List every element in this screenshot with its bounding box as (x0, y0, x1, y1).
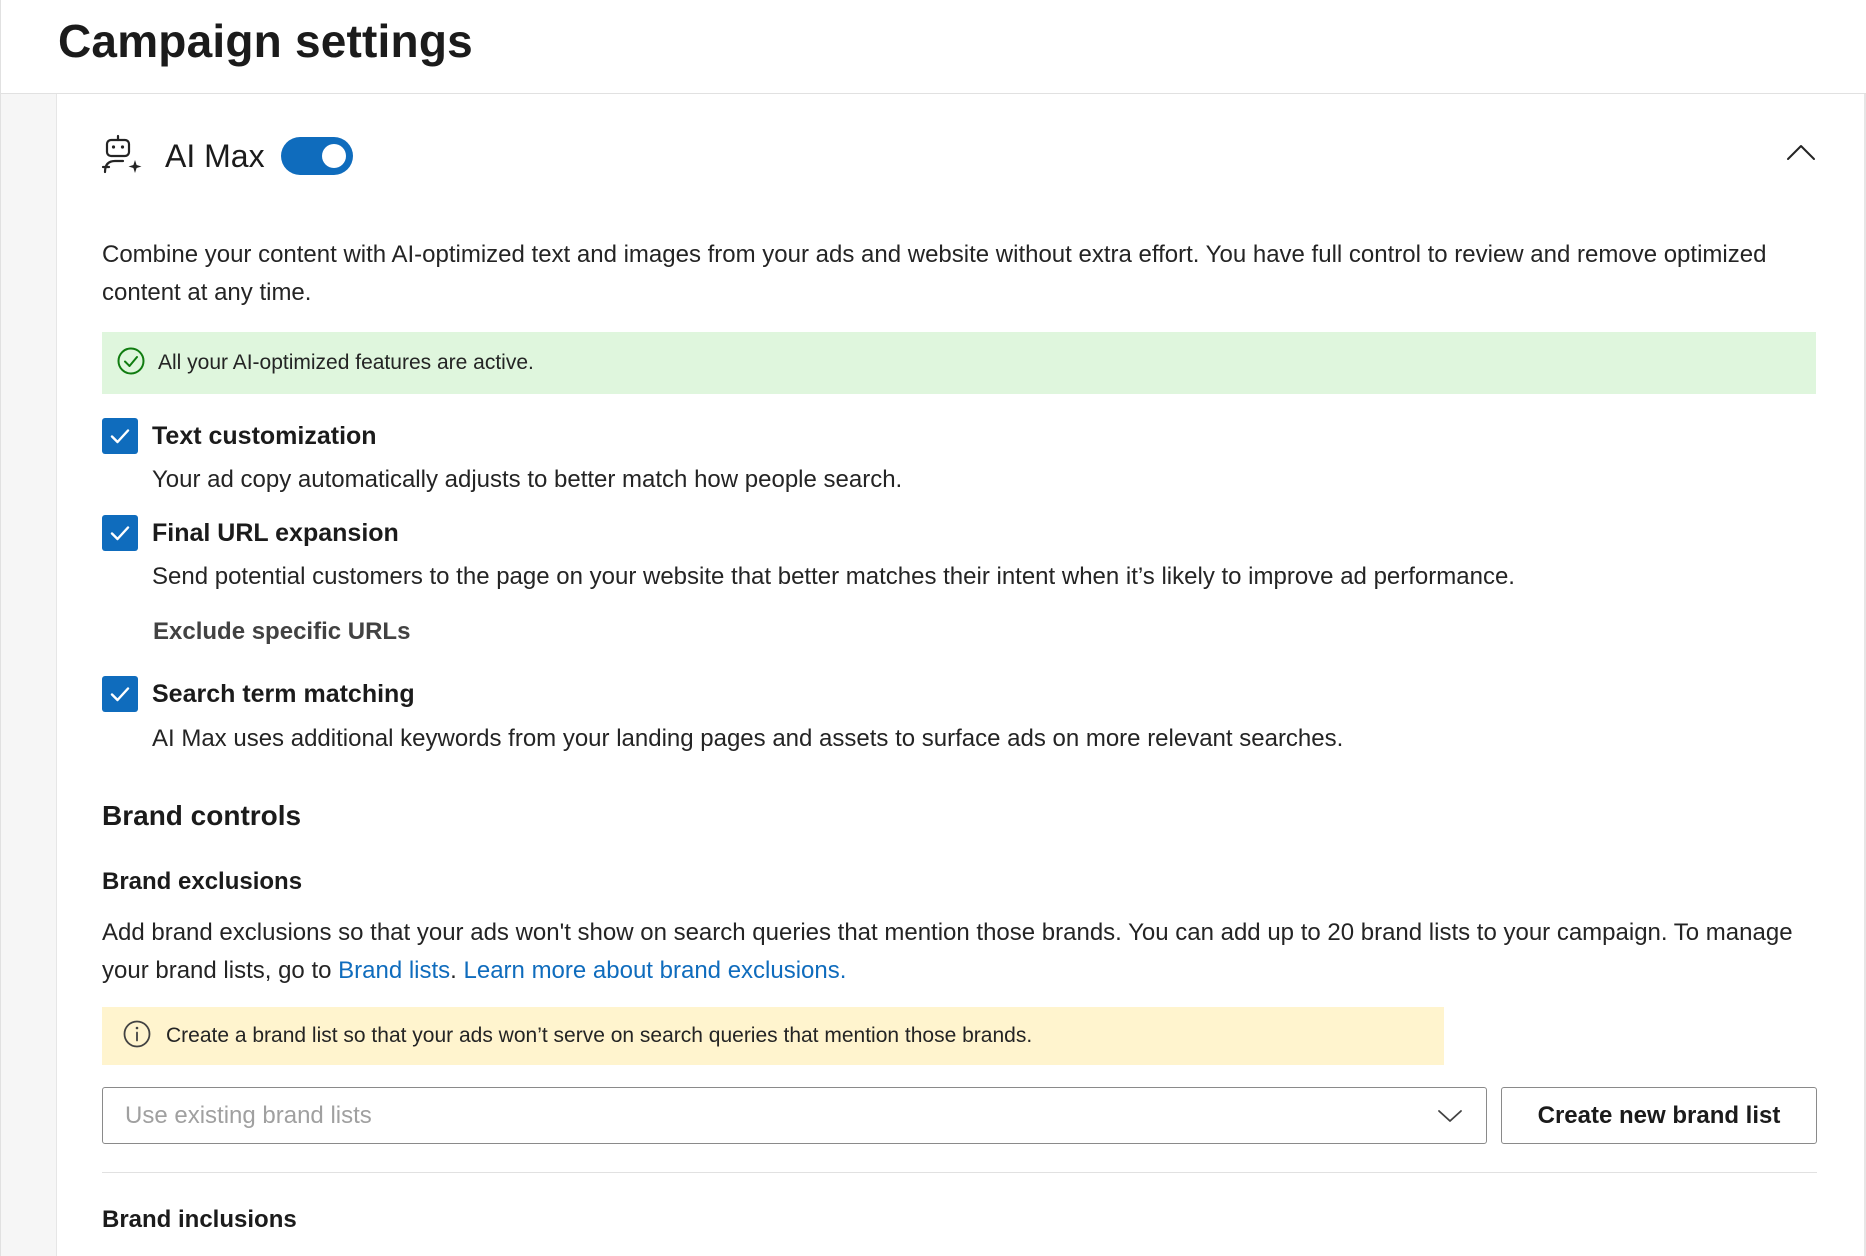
search-term-matching-checkbox[interactable] (102, 676, 138, 712)
learn-more-brand-exclusions-link[interactable]: Learn more about brand exclusions. (464, 957, 847, 984)
brand-exclusions-title: Brand exclusions (102, 868, 303, 895)
brand-inclusions-title: Brand inclusions (102, 1206, 297, 1233)
ai-max-toggle[interactable] (280, 137, 353, 175)
info-icon (122, 1019, 152, 1054)
brand-lists-link[interactable]: Brand lists (338, 957, 450, 984)
checkmark-circle-icon (116, 346, 146, 381)
chevron-up-icon (1786, 143, 1816, 166)
search-term-matching-description: AI Max uses additional keywords from you… (152, 725, 1344, 752)
status-banner: All your AI-optimized features are activ… (102, 332, 1816, 394)
final-url-expansion-label: Final URL expansion (152, 518, 399, 547)
text-customization-label: Text customization (152, 421, 377, 450)
brand-lists-dropdown[interactable]: Use existing brand lists (102, 1087, 1487, 1144)
ai-max-title: AI Max (165, 137, 265, 174)
brand-list-info-banner: Create a brand list so that your ads won… (102, 1007, 1444, 1065)
final-url-expansion-description: Send potential customers to the page on … (152, 563, 1515, 590)
page-header: Campaign settings (0, 0, 1866, 94)
brand-controls-title: Brand controls (102, 800, 302, 831)
final-url-expansion-checkbox[interactable] (102, 515, 138, 551)
link-separator: . (450, 957, 464, 984)
status-banner-text: All your AI-optimized features are activ… (158, 351, 534, 374)
ai-max-header: AI Max (101, 132, 353, 180)
brand-list-info-text: Create a brand list so that your ads won… (166, 1024, 1033, 1047)
ai-max-description: Combine your content with AI-optimized t… (102, 241, 1767, 306)
chevron-down-icon (1430, 1096, 1470, 1136)
brand-lists-placeholder: Use existing brand lists (125, 1101, 372, 1129)
exclude-urls-link[interactable]: Exclude specific URLs (153, 618, 410, 646)
text-customization-checkbox-row[interactable]: Text customization (102, 418, 377, 454)
page-title: Campaign settings (58, 15, 473, 67)
search-term-matching-checkbox-row[interactable]: Search term matching (102, 676, 415, 712)
collapse-button[interactable] (1779, 132, 1823, 176)
brand-exclusions-description: Add brand exclusions so that your ads wo… (102, 914, 1842, 990)
section-divider (102, 1172, 1817, 1173)
text-customization-checkbox[interactable] (102, 418, 138, 454)
left-rail (0, 94, 57, 1256)
create-new-brand-list-button[interactable]: Create new brand list (1501, 1087, 1817, 1144)
text-customization-description: Your ad copy automatically adjusts to be… (152, 466, 903, 493)
search-term-matching-label: Search term matching (152, 679, 415, 708)
robot-sparkle-icon (101, 134, 145, 178)
final-url-expansion-checkbox-row[interactable]: Final URL expansion (102, 515, 399, 551)
toggle-knob (321, 144, 346, 168)
ai-max-card: AI Max Combine your content with AI-opti… (57, 94, 1864, 1256)
